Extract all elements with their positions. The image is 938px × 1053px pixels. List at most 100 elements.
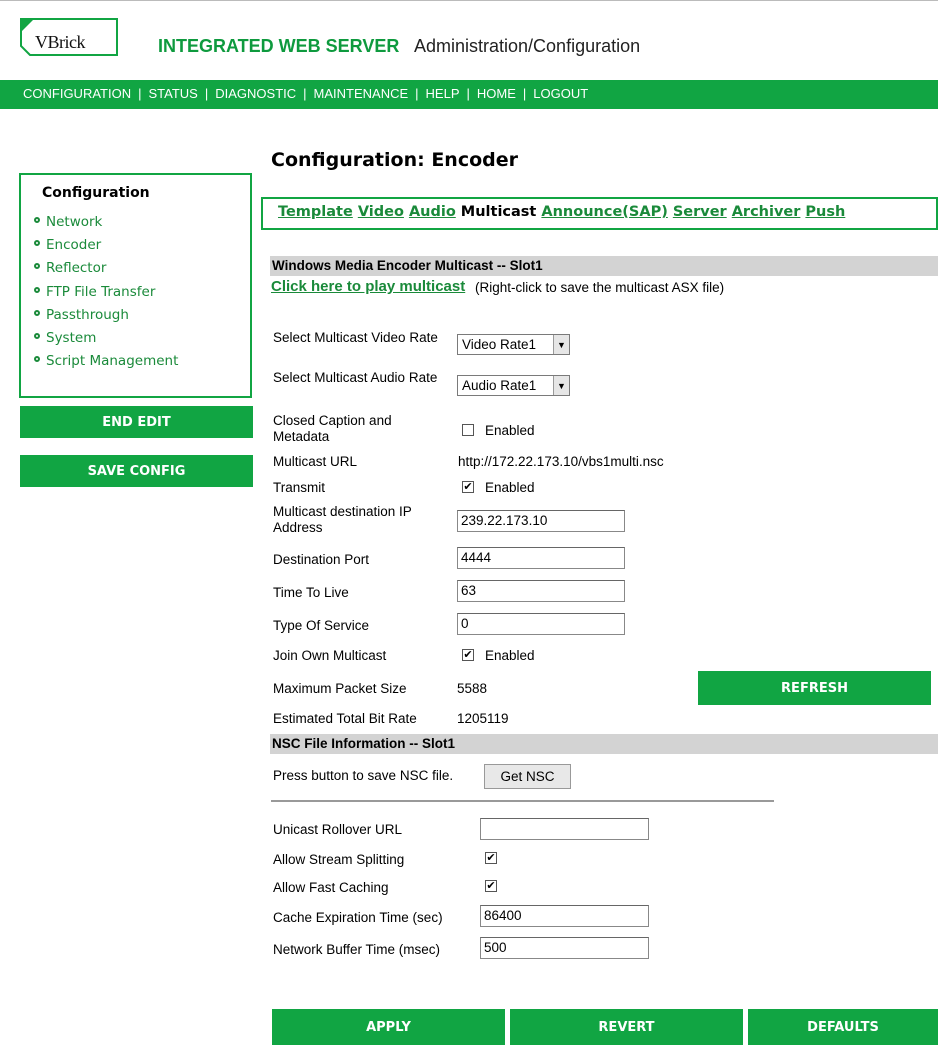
tos-input[interactable]: 0 xyxy=(457,613,625,635)
cache-expiration-input[interactable]: 86400 xyxy=(480,905,649,927)
nav-maintenance[interactable]: MAINTENANCE xyxy=(314,86,409,101)
tab-template[interactable]: Template xyxy=(278,204,353,220)
unicast-rollover-label: Unicast Rollover URL xyxy=(273,822,403,837)
nav-separator: | xyxy=(138,86,142,101)
bullet-icon xyxy=(34,287,40,293)
fast-caching-checkbox[interactable]: ✔ xyxy=(485,880,497,892)
stream-splitting-checkbox[interactable]: ✔ xyxy=(485,852,497,864)
sidebar-item-encoder[interactable]: Encoder xyxy=(34,237,101,253)
sidebar-item-label: FTP File Transfer xyxy=(46,284,156,300)
bullet-icon xyxy=(34,263,40,269)
multicast-url-label: Multicast URL xyxy=(273,454,358,469)
nsc-press-label: Press button to save NSC file. xyxy=(273,768,454,783)
nav-separator: | xyxy=(522,86,527,101)
tab-audio[interactable]: Audio xyxy=(409,204,456,220)
divider xyxy=(271,800,774,802)
nav-help[interactable]: HELP xyxy=(426,86,460,101)
bullet-icon xyxy=(34,356,40,362)
tabs: Template Video Audio Multicast Announce(SAP)… xyxy=(278,204,850,220)
sidebar-item-reflector[interactable]: Reflector xyxy=(34,260,106,276)
closed-caption-label: Closed Caption and Metadata xyxy=(273,413,392,444)
fast-caching-label: Allow Fast Caching xyxy=(273,880,389,895)
dest-ip-input[interactable]: 239.22.173.10 xyxy=(457,510,625,532)
unicast-rollover-input[interactable] xyxy=(480,818,649,840)
dest-ip-label: Multicast destination IP Address xyxy=(273,504,412,535)
check-icon: ✔ xyxy=(486,880,496,892)
chevron-down-icon: ▼ xyxy=(553,335,569,354)
tab-archiver[interactable]: Archiver xyxy=(732,204,801,220)
check-icon: ✔ xyxy=(486,852,496,864)
bullet-icon xyxy=(34,217,40,223)
dest-port-input[interactable]: 4444 xyxy=(457,547,625,569)
join-multicast-label: Join Own Multicast xyxy=(273,648,387,663)
cache-expiration-label: Cache Expiration Time (sec) xyxy=(273,910,443,925)
play-note: (Right-click to save the multicast ASX f… xyxy=(475,280,725,295)
app-subtitle: Administration/Configuration xyxy=(414,36,641,56)
sidebar-item-label: Script Management xyxy=(46,353,179,369)
max-packet-value: 5588 xyxy=(457,681,488,696)
tab-multicast: Multicast xyxy=(460,204,537,220)
tab-video[interactable]: Video xyxy=(358,204,404,220)
sidebar-item-label: System xyxy=(46,330,97,346)
tab-push[interactable]: Push xyxy=(805,204,845,220)
audio-rate-value: Audio Rate1 xyxy=(462,378,537,393)
network-buffer-label: Network Buffer Time (msec) xyxy=(273,942,441,957)
app-title: INTEGRATED WEB SERVER xyxy=(158,36,400,56)
nav-separator: | xyxy=(466,86,470,101)
sidebar-title: Configuration xyxy=(42,185,150,201)
sidebar-item-network[interactable]: Network xyxy=(34,214,102,230)
max-packet-label: Maximum Packet Size xyxy=(273,681,407,696)
chevron-down-icon: ▼ xyxy=(553,376,569,395)
tab-server[interactable]: Server xyxy=(673,204,727,220)
sidebar-item-ftp[interactable]: FTP File Transfer xyxy=(34,284,155,300)
bitrate-value: 1205119 xyxy=(457,711,509,726)
transmit-enabled-label: Enabled xyxy=(485,480,535,495)
save-config-button[interactable]: SAVE CONFIG xyxy=(20,455,253,487)
join-multicast-enabled-label: Enabled xyxy=(485,648,535,663)
video-rate-value: Video Rate1 xyxy=(462,337,537,352)
sidebar-item-passthrough[interactable]: Passthrough xyxy=(34,307,129,323)
nav-diagnostic[interactable]: DIAGNOSTIC xyxy=(215,86,296,101)
audio-rate-select[interactable]: Audio Rate1 ▼ xyxy=(457,375,570,396)
transmit-label: Transmit xyxy=(273,480,326,495)
section-title-nsc: NSC File Information -- Slot1 xyxy=(272,736,456,751)
top-border xyxy=(0,0,938,1)
sidebar-item-label: Passthrough xyxy=(46,307,129,323)
sidebar-item-label: Encoder xyxy=(46,237,102,253)
check-icon: ✔ xyxy=(463,481,473,493)
section-title-multicast: Windows Media Encoder Multicast -- Slot1 xyxy=(272,258,543,273)
video-rate-select[interactable]: Video Rate1 ▼ xyxy=(457,334,570,355)
end-edit-button[interactable]: END EDIT xyxy=(20,406,253,438)
network-buffer-input[interactable]: 500 xyxy=(480,937,649,959)
sidebar-item-label: Reflector xyxy=(46,260,107,276)
tos-label: Type Of Service xyxy=(273,618,370,633)
nav-logout[interactable]: LOGOUT xyxy=(533,86,588,101)
defaults-button[interactable]: DEFAULTS xyxy=(748,1009,938,1045)
refresh-button[interactable]: REFRESH xyxy=(698,671,931,705)
nav-separator: | xyxy=(204,86,209,101)
ttl-input[interactable]: 63 xyxy=(457,580,625,602)
page-title: Configuration: Encoder xyxy=(271,149,518,171)
get-nsc-button[interactable]: Get NSC xyxy=(484,764,571,789)
tab-announce-sap[interactable]: Announce(SAP) xyxy=(541,204,667,220)
nav-separator: | xyxy=(415,86,419,101)
sidebar-item-script-management[interactable]: Script Management xyxy=(34,353,178,369)
logo-text: VBrick xyxy=(35,32,86,52)
sidebar-item-system[interactable]: System xyxy=(34,330,96,346)
nav-separator: | xyxy=(303,86,307,101)
apply-button[interactable]: APPLY xyxy=(272,1009,505,1045)
transmit-checkbox[interactable]: ✔ xyxy=(462,481,474,493)
ttl-label: Time To Live xyxy=(273,585,349,600)
stream-splitting-label: Allow Stream Splitting xyxy=(273,852,405,867)
audio-rate-label: Select Multicast Audio Rate xyxy=(273,370,438,385)
top-nav: CONFIGURATION | STATUS | DIAGNOSTIC | MAINTENA… xyxy=(23,86,588,101)
nav-status[interactable]: STATUS xyxy=(148,86,197,101)
join-multicast-checkbox[interactable]: ✔ xyxy=(462,649,474,661)
closed-caption-checkbox[interactable] xyxy=(462,424,474,436)
nav-configuration[interactable]: CONFIGURATION xyxy=(23,86,131,101)
play-multicast-link[interactable]: Click here to play multicast xyxy=(271,278,465,295)
bullet-icon xyxy=(34,240,40,246)
revert-button[interactable]: REVERT xyxy=(510,1009,743,1045)
nav-home[interactable]: HOME xyxy=(477,86,516,101)
closed-caption-enabled-label: Enabled xyxy=(485,423,535,438)
